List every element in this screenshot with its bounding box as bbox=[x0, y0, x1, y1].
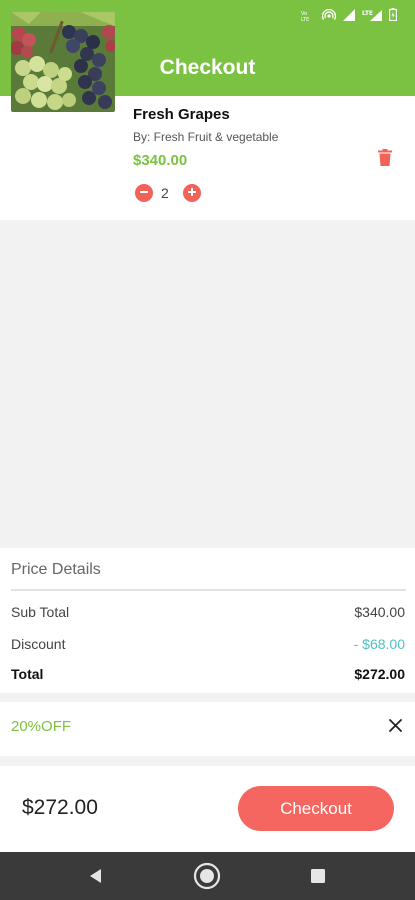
svg-text:LTE: LTE bbox=[362, 10, 373, 17]
nav-back-icon[interactable] bbox=[86, 866, 106, 886]
price-details-title: Price Details bbox=[11, 561, 101, 578]
total-label: Total bbox=[11, 666, 44, 682]
coupon-code: 20%OFF bbox=[11, 718, 72, 735]
quantity-value: 2 bbox=[161, 185, 169, 201]
product-image bbox=[11, 12, 115, 112]
divider bbox=[11, 589, 406, 591]
product-price: $340.00 bbox=[133, 152, 188, 169]
checkout-button[interactable]: Checkout bbox=[238, 786, 394, 831]
increase-quantity-button[interactable] bbox=[183, 184, 201, 202]
subtotal-label: Sub Total bbox=[11, 604, 70, 620]
discount-label: Discount bbox=[11, 636, 66, 652]
battery-icon bbox=[389, 8, 398, 24]
trash-icon bbox=[378, 149, 392, 171]
minus-icon bbox=[139, 184, 149, 202]
product-seller: By: Fresh Fruit & vegetable bbox=[133, 130, 279, 144]
subtotal-value: $340.00 bbox=[354, 604, 405, 620]
status-icons: Vo LTE LTE bbox=[301, 8, 398, 24]
nav-recents-icon[interactable] bbox=[310, 868, 326, 884]
discount-value: - $68.00 bbox=[353, 636, 405, 652]
hotspot-icon bbox=[321, 8, 337, 24]
plus-icon bbox=[187, 184, 197, 202]
checkout-total: $272.00 bbox=[22, 796, 98, 819]
vowifi-icon: Vo LTE bbox=[301, 9, 315, 24]
total-value: $272.00 bbox=[354, 666, 405, 682]
lte-signal-icon: LTE bbox=[362, 9, 382, 24]
delete-item-button[interactable] bbox=[375, 149, 395, 171]
nav-home-icon[interactable] bbox=[193, 862, 221, 890]
svg-text:LTE: LTE bbox=[301, 17, 309, 21]
close-icon bbox=[388, 719, 402, 737]
decrease-quantity-button[interactable] bbox=[135, 184, 153, 202]
remove-coupon-button[interactable] bbox=[385, 718, 405, 738]
signal-icon bbox=[343, 8, 355, 24]
product-name: Fresh Grapes bbox=[133, 106, 230, 123]
